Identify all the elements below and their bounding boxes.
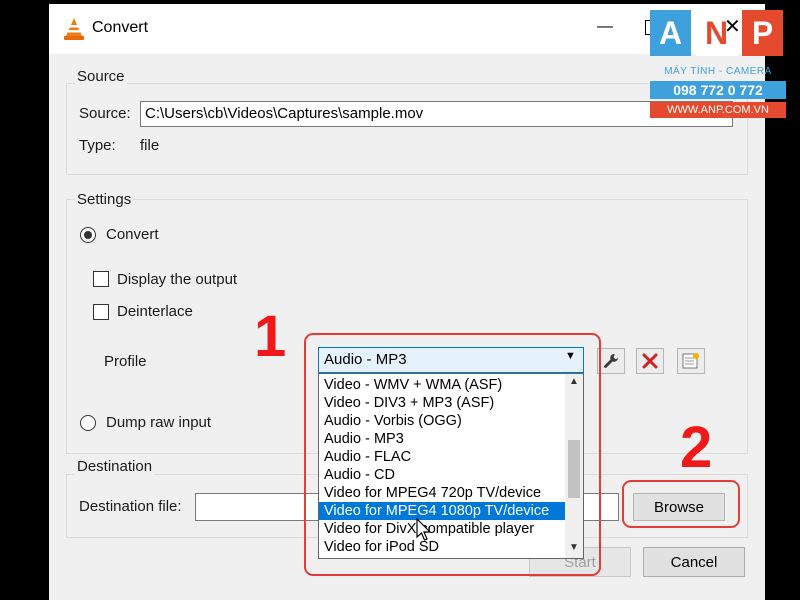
annotation-number-1: 1 (254, 304, 287, 369)
annotation-box-browse (622, 480, 740, 528)
annotation-box-profile (304, 333, 601, 576)
deinterlace-label: Deinterlace (117, 303, 193, 320)
edit-profile-button[interactable] (597, 348, 625, 374)
watermark-letter-a: A (650, 10, 691, 56)
watermark-line-2: 098 772 0 772 (650, 81, 786, 99)
minimize-icon[interactable]: — (597, 18, 613, 36)
annotation-number-2: 2 (680, 415, 713, 480)
convert-label: Convert (106, 226, 159, 243)
source-label: Source: (79, 105, 131, 122)
source-group (66, 83, 748, 175)
watermark-line-3: WWW.ANP.COM.VN (650, 102, 786, 118)
display-output-label: Display the output (117, 271, 238, 288)
new-profile-icon (682, 353, 699, 369)
vlc-cone-icon (64, 18, 84, 40)
dump-raw-label: Dump raw input (106, 414, 212, 431)
convert-radio[interactable] (80, 227, 96, 243)
type-value: file (140, 137, 160, 154)
source-group-label: Source (75, 68, 127, 85)
deinterlace-checkbox[interactable] (93, 304, 109, 320)
destination-group-label: Destination (75, 458, 155, 475)
new-profile-button[interactable] (677, 348, 705, 374)
dump-raw-radio[interactable] (80, 415, 96, 431)
destination-file-label: Destination file: (79, 498, 182, 515)
watermark-letter-p: P (742, 10, 783, 56)
source-path-field[interactable]: C:\Users\cb\Videos\Captures\sample.mov (140, 101, 733, 127)
cancel-button[interactable]: Cancel (643, 547, 745, 577)
delete-profile-button[interactable] (636, 348, 664, 374)
profile-label: Profile (104, 353, 147, 370)
close-icon[interactable]: ✕ (724, 14, 741, 39)
settings-group-label: Settings (75, 191, 134, 208)
type-label: Type: (79, 137, 116, 154)
delete-x-icon (642, 353, 658, 369)
display-output-checkbox[interactable] (93, 271, 109, 287)
anp-watermark: A N P MÁY TÍNH - CAMERA 098 772 0 772 WW… (650, 10, 786, 122)
window-title: Convert (92, 19, 149, 36)
watermark-line-1: MÁY TÍNH - CAMERA (664, 66, 772, 77)
wrench-icon (604, 354, 618, 368)
